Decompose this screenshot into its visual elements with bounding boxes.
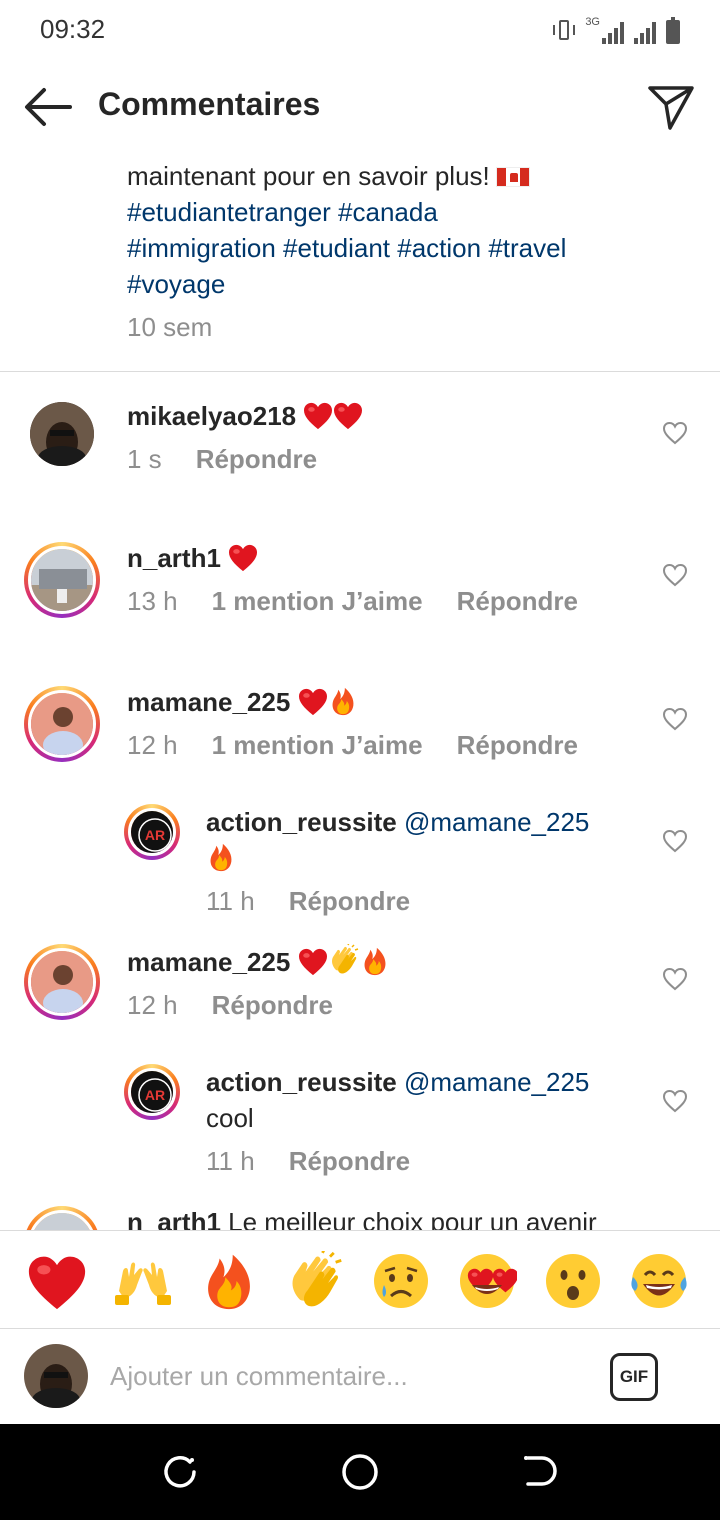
avatar[interactable]	[24, 686, 100, 762]
header: Commentaires	[0, 62, 720, 152]
send-icon[interactable]	[646, 82, 696, 132]
like-heart-icon[interactable]	[662, 966, 688, 992]
reply-button[interactable]: Répondre	[196, 444, 317, 475]
like-heart-icon[interactable]	[662, 1088, 688, 1114]
likes-count[interactable]: 1 mention J’aime	[212, 730, 423, 761]
my-avatar	[24, 1344, 88, 1408]
svg-text:AR: AR	[145, 827, 165, 843]
caption-tags-3[interactable]: #voyage	[127, 266, 687, 302]
post-caption: maintenant pour en savoir plus! #etudian…	[127, 158, 687, 302]
back-icon[interactable]	[520, 1452, 560, 1492]
recents-icon[interactable]	[160, 1452, 200, 1492]
likes-count[interactable]: 1 mention J’aime	[212, 586, 423, 617]
heart-eyes-icon[interactable]	[457, 1251, 517, 1311]
reply-button[interactable]: Répondre	[457, 586, 578, 617]
red-heart-icon	[298, 948, 328, 976]
page-title: Commentaires	[98, 86, 321, 122]
svg-text:AR: AR	[145, 1087, 165, 1103]
comment-text: cool	[206, 1103, 254, 1133]
comment-input[interactable]: Ajouter un commentaire...	[110, 1361, 408, 1392]
caption-tags-2[interactable]: #immigration #etudiant #action #travel	[127, 230, 687, 266]
fire-icon	[328, 686, 358, 716]
avatar[interactable]: AR	[124, 804, 180, 860]
canada-flag-icon	[495, 167, 530, 187]
comment-username[interactable]: action_reussite	[206, 1067, 397, 1097]
comment-username[interactable]: mamane_225	[127, 687, 290, 717]
reply-item: AR action_reussite @mamane_225 cool 11 h…	[0, 1064, 720, 1184]
comment-time: 12 h	[127, 990, 178, 1020]
mention-link[interactable]: @mamane_225	[404, 807, 589, 837]
like-heart-icon[interactable]	[662, 706, 688, 732]
back-arrow-icon[interactable]	[22, 84, 74, 130]
comment-username[interactable]: n_arth1	[127, 543, 221, 573]
comment-text: Le meilleur choix pour un avenir	[228, 1207, 597, 1230]
fire-icon	[360, 946, 390, 976]
surprised-face-icon[interactable]	[543, 1251, 603, 1311]
comment-composer: Ajouter un commentaire... GIF	[0, 1328, 720, 1424]
avatar[interactable]	[24, 944, 100, 1020]
vibrate-icon	[553, 18, 576, 44]
fire-icon[interactable]	[199, 1251, 259, 1311]
signal-icon-2	[634, 20, 656, 44]
comment-item: n_arth1 13 h 1 mention J’aime Répondre	[0, 540, 720, 660]
comment-time: 12 h	[127, 730, 178, 760]
comment-item: n_arth1 Le meilleur choix pour un avenir	[0, 1204, 720, 1230]
red-heart-icon[interactable]	[27, 1251, 87, 1311]
red-heart-icon	[298, 688, 328, 716]
home-icon[interactable]	[340, 1452, 380, 1492]
divider	[0, 371, 720, 372]
status-time: 09:32	[40, 14, 106, 44]
network-type: 3G	[585, 16, 600, 28]
battery-icon	[666, 17, 680, 44]
reply-button[interactable]: Répondre	[457, 730, 578, 761]
quick-emoji-bar	[0, 1230, 720, 1328]
comment-time: 11 h	[206, 1146, 255, 1176]
avatar[interactable]	[30, 402, 94, 466]
clapping-hands-icon	[328, 944, 360, 976]
caption-tags-1[interactable]: #etudiantetranger #canada	[127, 194, 687, 230]
reply-button[interactable]: Répondre	[289, 886, 410, 917]
comment-time: 13 h	[127, 586, 178, 616]
comment-username[interactable]: action_reussite	[206, 807, 397, 837]
comment-username[interactable]: n_arth1	[127, 1207, 221, 1230]
sad-face-icon[interactable]	[371, 1251, 431, 1311]
avatar[interactable]: AR	[124, 1064, 180, 1120]
signal-icon	[602, 20, 624, 44]
caption-time: 10 sem	[127, 312, 213, 342]
system-nav-bar	[0, 1424, 720, 1520]
red-heart-icon	[303, 402, 333, 430]
comment-username[interactable]: mikaelyao218	[127, 401, 296, 431]
comment-time: 1 s	[127, 444, 162, 474]
avatar[interactable]	[24, 1206, 100, 1230]
status-icons: 3G	[553, 16, 680, 44]
reply-button[interactable]: Répondre	[289, 1146, 410, 1177]
comment-item: mikaelyao218 1 s Répondre	[0, 398, 720, 518]
mention-link[interactable]: @mamane_225	[404, 1067, 589, 1097]
red-heart-icon	[333, 402, 363, 430]
clapping-hands-icon[interactable]	[285, 1251, 345, 1311]
comment-item: mamane_225 12 h 1 mention J’aime Répondr…	[0, 684, 720, 804]
comment-username[interactable]: mamane_225	[127, 947, 290, 977]
reply-button[interactable]: Répondre	[212, 990, 333, 1021]
caption-text: maintenant pour en savoir plus!	[127, 161, 490, 191]
like-heart-icon[interactable]	[662, 828, 688, 854]
like-heart-icon[interactable]	[662, 562, 688, 588]
comment-item: mamane_225 12 h Répondre	[0, 944, 720, 1054]
reply-item: AR action_reussite @mamane_225 11 h Répo…	[0, 804, 720, 924]
tears-of-joy-icon[interactable]	[629, 1251, 689, 1311]
avatar[interactable]	[24, 542, 100, 618]
raising-hands-icon[interactable]	[113, 1251, 173, 1311]
comment-time: 11 h	[206, 886, 255, 916]
like-heart-icon[interactable]	[662, 420, 688, 446]
status-bar: 09:32 3G	[0, 0, 720, 62]
red-heart-icon	[228, 544, 258, 572]
gif-button[interactable]: GIF	[610, 1353, 658, 1401]
fire-icon	[206, 842, 236, 872]
